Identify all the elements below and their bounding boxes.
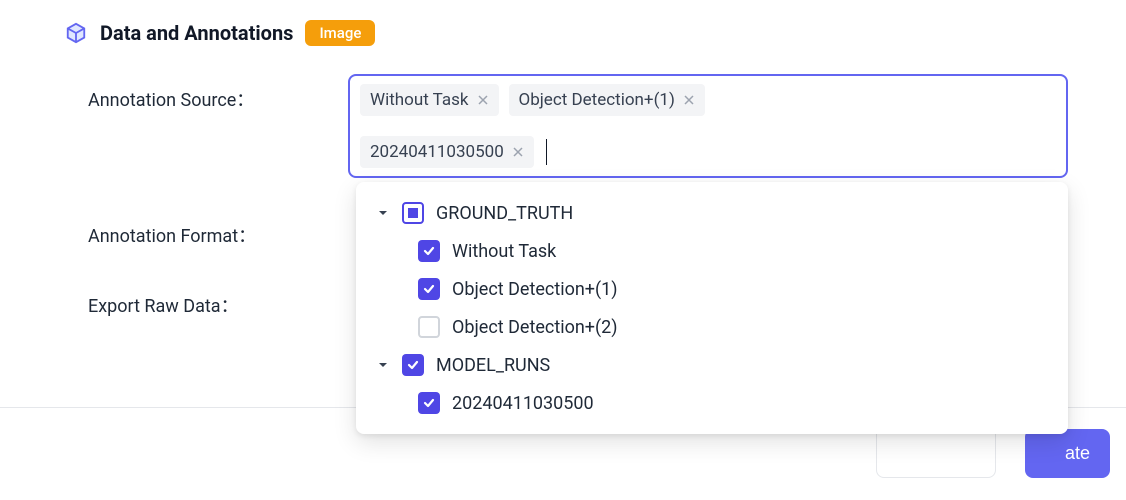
checkbox-checked[interactable] [418, 278, 440, 300]
annotation-format-label: Annotation Format： [88, 210, 348, 248]
annotation-source-label: Annotation Source： [88, 74, 348, 112]
annotation-source-select[interactable]: Without Task Object Detection+(1) 202404… [348, 74, 1068, 178]
export-raw-data-label: Export Raw Data： [88, 280, 348, 318]
checkbox-indeterminate[interactable] [402, 202, 424, 224]
chevron-down-icon[interactable] [376, 206, 390, 220]
checkbox-checked[interactable] [402, 354, 424, 376]
checkbox-checked[interactable] [418, 392, 440, 414]
checkbox-unchecked[interactable] [418, 316, 440, 338]
text-cursor [546, 139, 547, 165]
section-title: Data and Annotations [100, 21, 293, 45]
chevron-down-icon[interactable] [376, 358, 390, 372]
selected-tag: Without Task [360, 84, 499, 116]
tree-item[interactable]: Object Detection+(2) [356, 308, 1068, 346]
tree-item-label: Without Task [452, 241, 556, 262]
selected-tag: 20240411030500 [360, 136, 534, 168]
tag-label: Object Detection+(1) [519, 90, 675, 110]
tree-group-label: GROUND_TRUTH [436, 203, 573, 224]
annotation-source-row: Annotation Source： Without Task Object D… [88, 74, 1086, 178]
checkbox-checked[interactable] [418, 240, 440, 262]
selected-tag: Object Detection+(1) [509, 84, 705, 116]
tree-group-label: MODEL_RUNS [436, 355, 550, 376]
tree-item[interactable]: Without Task [356, 232, 1068, 270]
tag-label: Without Task [370, 90, 469, 110]
tree-item[interactable]: Object Detection+(1) [356, 270, 1068, 308]
image-badge: Image [305, 20, 375, 46]
tree-item[interactable]: 20240411030500 [356, 384, 1068, 422]
close-icon[interactable] [477, 94, 489, 106]
section-header: Data and Annotations Image [64, 20, 1086, 46]
tag-label: 20240411030500 [370, 142, 504, 162]
close-icon[interactable] [683, 94, 695, 106]
cube-icon [64, 21, 88, 45]
tree-item-label: Object Detection+(1) [452, 279, 618, 300]
tree-group-ground-truth[interactable]: GROUND_TRUTH [356, 194, 1068, 232]
close-icon[interactable] [512, 146, 524, 158]
tree-item-label: 20240411030500 [452, 393, 594, 414]
primary-button[interactable]: ate [1025, 429, 1110, 478]
annotation-source-dropdown: GROUND_TRUTH Without Task Object Detecti… [356, 182, 1068, 434]
tree-group-model-runs[interactable]: MODEL_RUNS [356, 346, 1068, 384]
tree-item-label: Object Detection+(2) [452, 317, 618, 338]
